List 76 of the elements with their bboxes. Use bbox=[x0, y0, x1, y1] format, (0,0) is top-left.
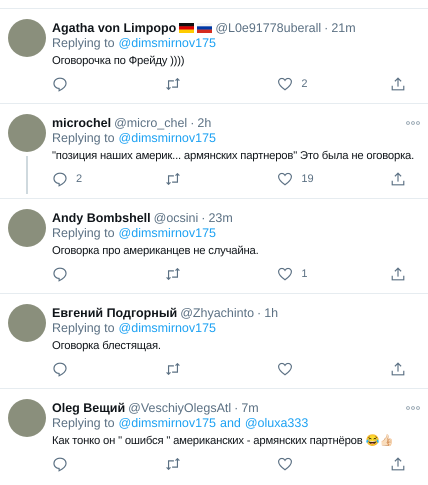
more-options-icon[interactable] bbox=[406, 406, 420, 410]
tweet-card[interactable]: Andy Bombshell @ocsini · 23m Replying to @dimsmirnov175 Оговорка про американцев не случайна. 1 bbox=[0, 198, 428, 293]
retweet-icon[interactable] bbox=[164, 76, 181, 92]
reply-icon[interactable] bbox=[52, 266, 68, 282]
reply-icon[interactable] bbox=[52, 76, 68, 92]
mention-link[interactable]: @dimsmirnov175 bbox=[118, 226, 216, 243]
flag-icon bbox=[197, 22, 212, 32]
display-name[interactable]: Евгений Подгорный bbox=[52, 306, 178, 320]
reply-icon[interactable] bbox=[52, 361, 68, 377]
display-name[interactable]: Andy Bombshell bbox=[52, 210, 151, 224]
retweet-icon[interactable] bbox=[164, 361, 181, 377]
tweet-text: Оговорка про американцев не случайна. bbox=[52, 244, 260, 259]
user-handle[interactable]: @ocsini bbox=[154, 210, 198, 224]
action-count: 2 bbox=[76, 173, 82, 185]
avatar-photo-placeholder[interactable] bbox=[8, 304, 46, 342]
tweet-text: Оговорочка по Фрейду )))) bbox=[52, 54, 186, 69]
avatar-photo-placeholder[interactable] bbox=[8, 19, 46, 57]
retweet-icon[interactable] bbox=[164, 171, 181, 187]
more-options-icon[interactable] bbox=[406, 120, 420, 124]
display-name[interactable]: Oleg Вещий bbox=[52, 400, 126, 414]
user-handle[interactable]: @micro_chel bbox=[114, 116, 188, 130]
display-name[interactable]: microchel bbox=[52, 116, 112, 130]
tweet-card[interactable]: Oleg Вещий @VeschiyOlegsAtl · 7m Replying to @dimsmirnov175 and @oluxa333 Как тонко он " ошибся " американских - армянских партнёров 😂👍🏻 bbox=[0, 388, 428, 483]
post-time[interactable]: 1h bbox=[264, 306, 278, 320]
reply-icon[interactable] bbox=[52, 171, 68, 187]
share-icon[interactable] bbox=[390, 456, 406, 472]
mention-link[interactable]: @dimsmirnov175 bbox=[118, 131, 216, 148]
action-count: 19 bbox=[301, 173, 314, 185]
mention-link[interactable]: @dimsmirnov175 bbox=[118, 416, 216, 433]
heart-icon[interactable] bbox=[277, 171, 294, 187]
replying-label: Replying to bbox=[52, 36, 115, 52]
share-icon[interactable] bbox=[390, 266, 406, 282]
action-count: 2 bbox=[301, 78, 308, 90]
user-handle[interactable]: @VeschiyOlegsAtl bbox=[128, 400, 232, 414]
separator-dot: · bbox=[257, 306, 262, 320]
replying-label: Replying to bbox=[52, 131, 115, 147]
mention-link[interactable]: @dimsmirnov175 bbox=[118, 321, 216, 338]
avatar-photo-placeholder[interactable] bbox=[8, 399, 46, 437]
tweet-text: Как тонко он " ошибся " американских - армянских партнёров 😂👍🏻 bbox=[52, 433, 394, 449]
action-count: 1 bbox=[301, 268, 308, 280]
separator-dot: · bbox=[324, 20, 328, 34]
avatar-photo-placeholder[interactable] bbox=[8, 209, 46, 247]
share-icon[interactable] bbox=[390, 76, 406, 92]
replying-label: Replying to bbox=[52, 321, 115, 337]
tweet-text: Оговорка блестящая. bbox=[52, 339, 162, 354]
separator-dot: · bbox=[190, 116, 194, 130]
mention-link[interactable]: @dimsmirnov175 bbox=[118, 36, 216, 53]
mention-link[interactable]: and bbox=[220, 416, 241, 433]
heart-icon[interactable] bbox=[277, 361, 294, 377]
retweet-icon[interactable] bbox=[164, 456, 181, 472]
separator-dot: · bbox=[234, 400, 238, 414]
share-icon[interactable] bbox=[390, 361, 406, 377]
heart-icon[interactable] bbox=[277, 456, 294, 472]
avatar-photo-placeholder[interactable] bbox=[8, 114, 46, 152]
heart-icon[interactable] bbox=[277, 266, 294, 282]
tweet-card[interactable]: microchel @micro_chel · 2h Replying to @dimsmirnov175 "позиция наших америк... армянских партнеров" Это была не оговорка. 2 19 bbox=[0, 103, 428, 198]
post-time[interactable]: 7m bbox=[241, 400, 259, 414]
share-icon[interactable] bbox=[390, 171, 406, 187]
mention-link[interactable]: @oluxa333 bbox=[244, 416, 308, 433]
tweet-card[interactable]: Agatha von Limpopo @L0e91778uberall · 21m Replying to @dimsmirnov175 Оговорочка по Фрейду )))) 2 bbox=[0, 8, 428, 103]
reply-icon[interactable] bbox=[52, 456, 68, 472]
post-time[interactable]: 23m bbox=[208, 210, 233, 224]
retweet-icon[interactable] bbox=[164, 266, 181, 282]
user-handle[interactable]: @Zhyachinto bbox=[180, 306, 254, 320]
replying-label: Replying to bbox=[52, 416, 115, 432]
heart-icon[interactable] bbox=[277, 76, 294, 92]
separator-dot: · bbox=[201, 210, 206, 224]
tweet-card[interactable]: Евгений Подгорный @Zhyachinto · 1h Replying to @dimsmirnov175 Оговорка блестящая. bbox=[0, 293, 428, 388]
replying-label: Replying to bbox=[52, 226, 115, 242]
user-handle[interactable]: @L0e91778uberall bbox=[215, 20, 322, 34]
tweet-text: "позиция наших америк... армянских партнеров" Это была не оговорка. bbox=[52, 149, 416, 164]
thread-line bbox=[26, 156, 28, 194]
flag-icon bbox=[179, 22, 194, 32]
post-time[interactable]: 21m bbox=[331, 20, 356, 34]
display-name[interactable]: Agatha von Limpopo bbox=[52, 20, 176, 34]
post-time[interactable]: 2h bbox=[197, 116, 212, 130]
